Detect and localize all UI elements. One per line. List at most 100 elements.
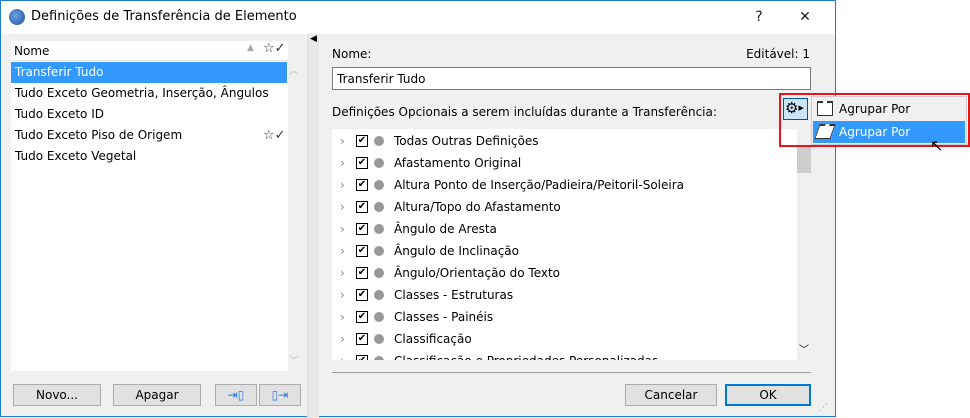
expand-chevron-icon[interactable]: ›: [340, 196, 345, 218]
mouse-cursor-icon: ↖: [930, 136, 944, 155]
status-dot-icon: [374, 202, 384, 212]
expand-chevron-icon[interactable]: ›: [340, 152, 345, 174]
option-label: Ângulo/Orientação do Texto: [394, 266, 561, 280]
menu-item-group-by-tool[interactable]: Agrupar Por Ferramenta: [813, 98, 965, 138]
option-checkbox[interactable]: ✔: [356, 289, 368, 301]
expand-chevron-icon[interactable]: ›: [340, 328, 345, 350]
status-dot-icon: [374, 290, 384, 300]
option-row[interactable]: › ✔ Classificação e Propriedades Personali…: [332, 350, 797, 360]
ok-button[interactable]: OK: [725, 384, 811, 406]
resize-grip-icon[interactable]: ⋰: [819, 403, 828, 413]
option-label: Ângulo de Aresta: [394, 222, 497, 236]
option-checkbox[interactable]: ✔: [356, 223, 368, 235]
option-checkbox[interactable]: ✔: [356, 157, 368, 169]
option-label: Altura Ponto de Inserção/Padieira/Peitor…: [394, 178, 685, 192]
expand-chevron-icon[interactable]: ›: [340, 218, 345, 240]
settings-list[interactable]: Nome ▲ ☆✓ Transferir Tudo Tudo Exceto Geo…: [11, 41, 288, 371]
help-button[interactable]: ?: [745, 5, 773, 29]
expand-chevron-icon[interactable]: ›: [340, 350, 345, 360]
option-checkbox[interactable]: ✔: [356, 311, 368, 323]
option-label: Altura/Topo do Afastamento: [394, 200, 561, 214]
list-item-label: Tudo Exceto ID: [15, 107, 104, 121]
status-dot-icon: [374, 224, 384, 234]
delete-button[interactable]: Apagar: [113, 384, 201, 406]
scroll-down-icon[interactable]: ﹀: [289, 352, 299, 367]
option-checkbox[interactable]: ✔: [356, 267, 368, 279]
scroll-up-icon[interactable]: ︿: [289, 62, 299, 77]
group-by-tool-icon: [817, 101, 833, 116]
editable-count: Editável: 1: [746, 47, 810, 61]
favorite-column-icon[interactable]: ☆✓: [263, 41, 286, 56]
option-row[interactable]: › ✔ Ângulo/Orientação do Texto: [332, 262, 797, 284]
list-item[interactable]: Tudo Exceto ID: [11, 104, 287, 125]
status-dot-icon: [374, 312, 384, 322]
status-dot-icon: [374, 268, 384, 278]
list-item[interactable]: Tudo Exceto Vegetal: [11, 146, 287, 167]
option-label: Todas Outras Definições: [394, 134, 539, 148]
status-dot-icon: [374, 334, 384, 344]
scroll-down-icon[interactable]: ﹀: [799, 341, 809, 356]
name-label: Nome:: [332, 47, 372, 61]
status-dot-icon: [374, 180, 384, 190]
list-item-label: Tudo Exceto Piso de Origem: [15, 128, 183, 142]
expand-chevron-icon[interactable]: ›: [340, 262, 345, 284]
status-dot-icon: [374, 246, 384, 256]
expand-chevron-icon[interactable]: ›: [340, 284, 345, 306]
favorite-icon[interactable]: ☆✓: [263, 125, 286, 146]
option-checkbox[interactable]: ✔: [356, 333, 368, 345]
options-scrollbar[interactable]: ﹀: [797, 129, 811, 360]
option-label: Afastamento Original: [394, 156, 522, 170]
expand-chevron-icon[interactable]: ›: [340, 130, 345, 152]
list-item[interactable]: Tudo Exceto Piso de Origem ☆✓: [11, 125, 287, 146]
new-button[interactable]: Novo...: [13, 384, 101, 406]
expand-chevron-icon[interactable]: ›: [340, 240, 345, 262]
option-row[interactable]: › ✔ Classificação: [332, 328, 797, 350]
list-item-label: Tudo Exceto Vegetal: [15, 149, 137, 163]
option-checkbox[interactable]: ✔: [356, 201, 368, 213]
title-bar: Definições de Transferência de Elemento …: [1, 1, 835, 34]
export-button[interactable]: ▯⇥: [259, 384, 301, 406]
options-list[interactable]: › ✔ Todas Outras Definições › ✔ Afastamento O…: [332, 129, 797, 360]
option-row[interactable]: › ✔ Classes - Painéis: [332, 306, 797, 328]
option-label: Classes - Estruturas: [394, 288, 514, 302]
expand-chevron-icon[interactable]: ›: [340, 306, 345, 328]
option-label: Classificação: [394, 332, 472, 346]
list-item[interactable]: Tudo Exceto Geometria, Inserção, Ângulos: [11, 83, 287, 104]
list-item[interactable]: Transferir Tudo: [11, 62, 287, 83]
option-label: Classes - Painéis: [394, 310, 494, 324]
status-dot-icon: [374, 158, 384, 168]
panel-splitter[interactable]: ◀: [307, 34, 319, 418]
option-row[interactable]: › ✔ Altura/Topo do Afastamento: [332, 196, 797, 218]
option-checkbox[interactable]: ✔: [356, 355, 368, 360]
collapse-arrow-icon[interactable]: ◀: [310, 34, 317, 44]
cancel-button[interactable]: Cancelar: [625, 384, 717, 406]
column-name-header[interactable]: Nome: [14, 44, 49, 58]
option-label: Classificação e Propriedades Personaliza…: [394, 354, 658, 360]
import-button[interactable]: ⇥▯: [215, 384, 257, 406]
option-row[interactable]: › ✔ Afastamento Original: [332, 152, 797, 174]
close-button[interactable]: ✕: [791, 5, 819, 29]
submenu-arrow-icon: ▶: [798, 104, 804, 112]
list-item-label: Tudo Exceto Geometria, Inserção, Ângulos: [15, 86, 269, 100]
option-checkbox[interactable]: ✔: [356, 179, 368, 191]
option-row[interactable]: › ✔ Ângulo de Aresta: [332, 218, 797, 240]
list-item-label: Transferir Tudo: [15, 65, 104, 79]
app-logo-icon: [9, 9, 25, 25]
option-row[interactable]: › ✔ Altura Ponto de Inserção/Padieira/Peit…: [332, 174, 797, 196]
option-checkbox[interactable]: ✔: [356, 245, 368, 257]
left-scrollbar[interactable]: ︿ ﹀: [288, 62, 300, 371]
status-dot-icon: [374, 136, 384, 146]
option-row[interactable]: › ✔ Ângulo de Inclinação: [332, 240, 797, 262]
name-input[interactable]: [332, 67, 811, 90]
option-label: Ângulo de Inclinação: [394, 244, 520, 258]
option-row[interactable]: › ✔ Classes - Estruturas: [332, 284, 797, 306]
separator: [332, 372, 811, 373]
options-gear-button[interactable]: ⚙▶: [783, 98, 808, 120]
group-by-setting-icon: [814, 124, 836, 139]
option-checkbox[interactable]: ✔: [356, 135, 368, 147]
sort-ascending-icon[interactable]: ▲: [247, 43, 254, 53]
scroll-thumb[interactable]: [797, 147, 811, 173]
expand-chevron-icon[interactable]: ›: [340, 174, 345, 196]
option-row[interactable]: › ✔ Todas Outras Definições: [332, 130, 797, 152]
list-header[interactable]: Nome ▲ ☆✓: [11, 41, 288, 61]
